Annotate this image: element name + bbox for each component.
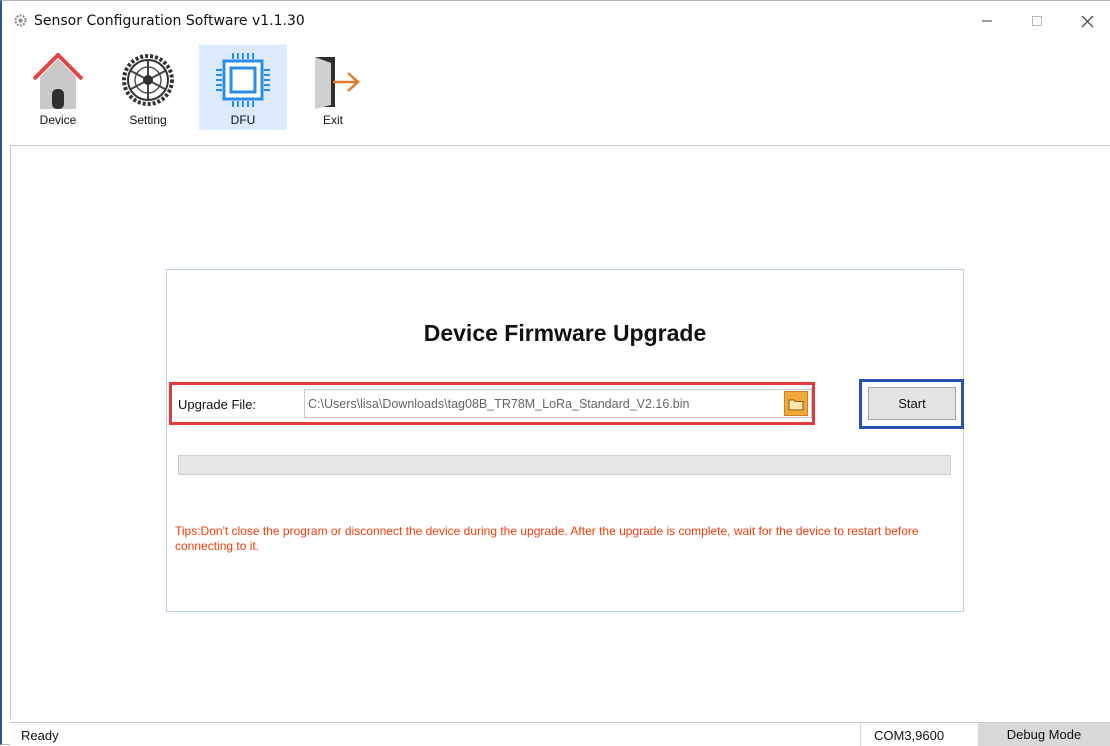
app-gear-icon <box>14 14 27 27</box>
toolbar-setting-label: Setting <box>129 113 167 127</box>
status-divider <box>860 723 861 746</box>
maximize-icon <box>1032 16 1042 26</box>
home-icon <box>32 53 84 109</box>
minimize-icon <box>982 20 992 22</box>
minimize-button[interactable] <box>964 7 1010 35</box>
app-window: Sensor Configuration Software v1.1.30 De… <box>0 0 1110 746</box>
close-button[interactable] <box>1064 7 1110 35</box>
upgrade-progress-bar <box>178 455 951 475</box>
dfu-title: Device Firmware Upgrade <box>423 320 707 346</box>
toolbar-divider <box>10 145 1110 146</box>
chip-icon <box>216 53 270 107</box>
close-icon <box>1081 15 1093 27</box>
upgrade-file-label: Upgrade File: <box>178 397 257 412</box>
gear-icon <box>122 54 174 106</box>
dfu-panel: Device Firmware Upgrade Upgrade File: St… <box>166 269 964 612</box>
content-left-border <box>10 145 11 719</box>
exit-door-icon <box>315 57 360 109</box>
start-button[interactable]: Start <box>868 387 956 420</box>
browse-file-button[interactable] <box>784 391 808 416</box>
start-button-group: Start <box>859 379 964 429</box>
toolbar-setting-button[interactable]: Setting <box>104 45 192 130</box>
status-text: Ready <box>21 728 59 743</box>
toolbar-dfu-label: DFU <box>230 113 256 127</box>
upgrade-file-group: Upgrade File: <box>169 382 815 425</box>
toolbar-exit-button[interactable]: Exit <box>289 45 377 130</box>
status-port: COM3,9600 <box>874 728 945 743</box>
status-bar: Ready COM3,9600 Debug Mode <box>10 722 1110 746</box>
toolbar-exit-label: Exit <box>322 113 343 127</box>
window-title: Sensor Configuration Software v1.1.30 <box>34 13 305 29</box>
folder-icon <box>788 399 804 410</box>
toolbar-device-button[interactable]: Device <box>14 45 102 130</box>
title-bar: Sensor Configuration Software v1.1.30 <box>2 1 1110 35</box>
toolbar-device-label: Device <box>39 113 77 127</box>
upgrade-file-path-input[interactable] <box>304 389 812 418</box>
debug-mode-button[interactable]: Debug Mode <box>978 723 1110 746</box>
toolbar-dfu-button[interactable]: DFU <box>199 45 287 130</box>
upgrade-tips: Tips:Don't close the program or disconne… <box>175 524 919 553</box>
main-toolbar: Device Setting DFU Exit <box>10 35 1110 130</box>
maximize-button[interactable] <box>1014 7 1060 35</box>
